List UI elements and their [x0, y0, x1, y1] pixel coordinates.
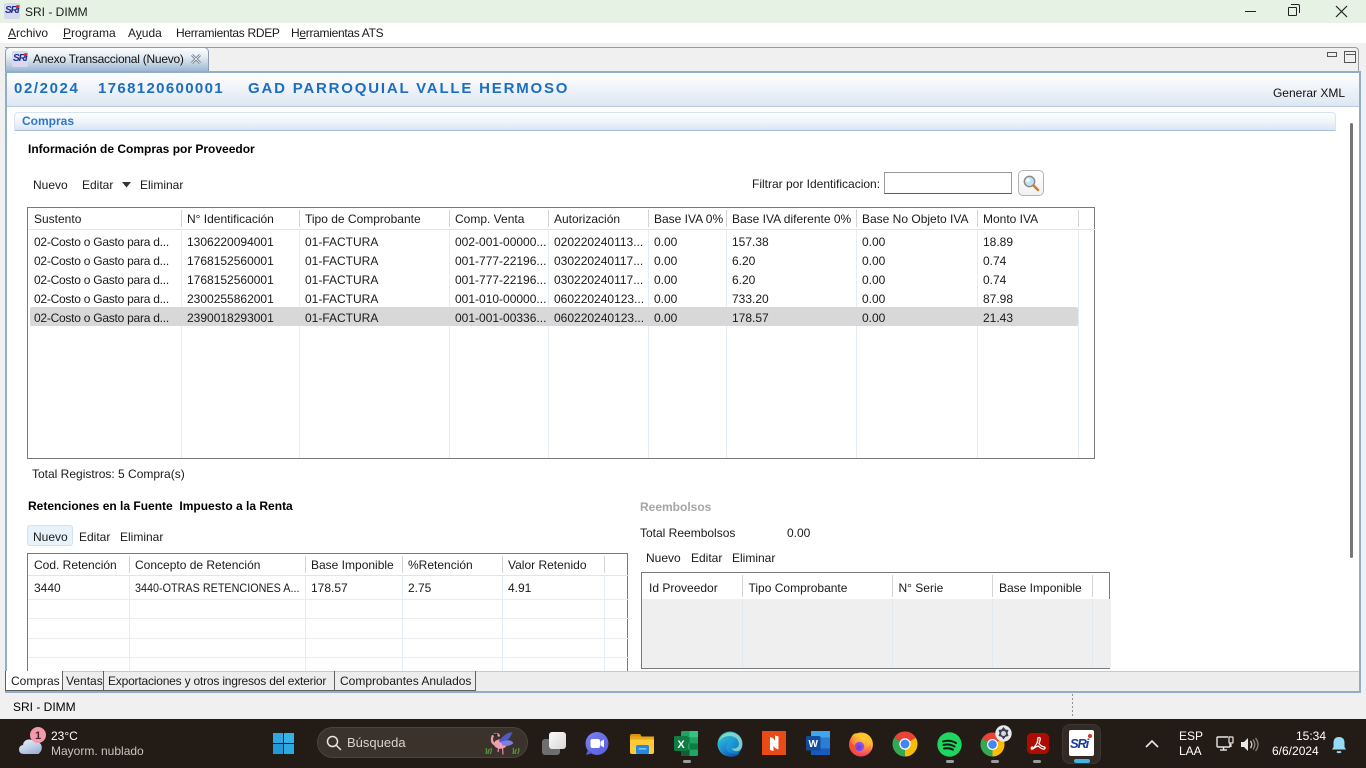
- svg-text:1: 1: [35, 730, 41, 742]
- svg-text:W: W: [808, 739, 818, 750]
- svg-text:X: X: [677, 739, 685, 751]
